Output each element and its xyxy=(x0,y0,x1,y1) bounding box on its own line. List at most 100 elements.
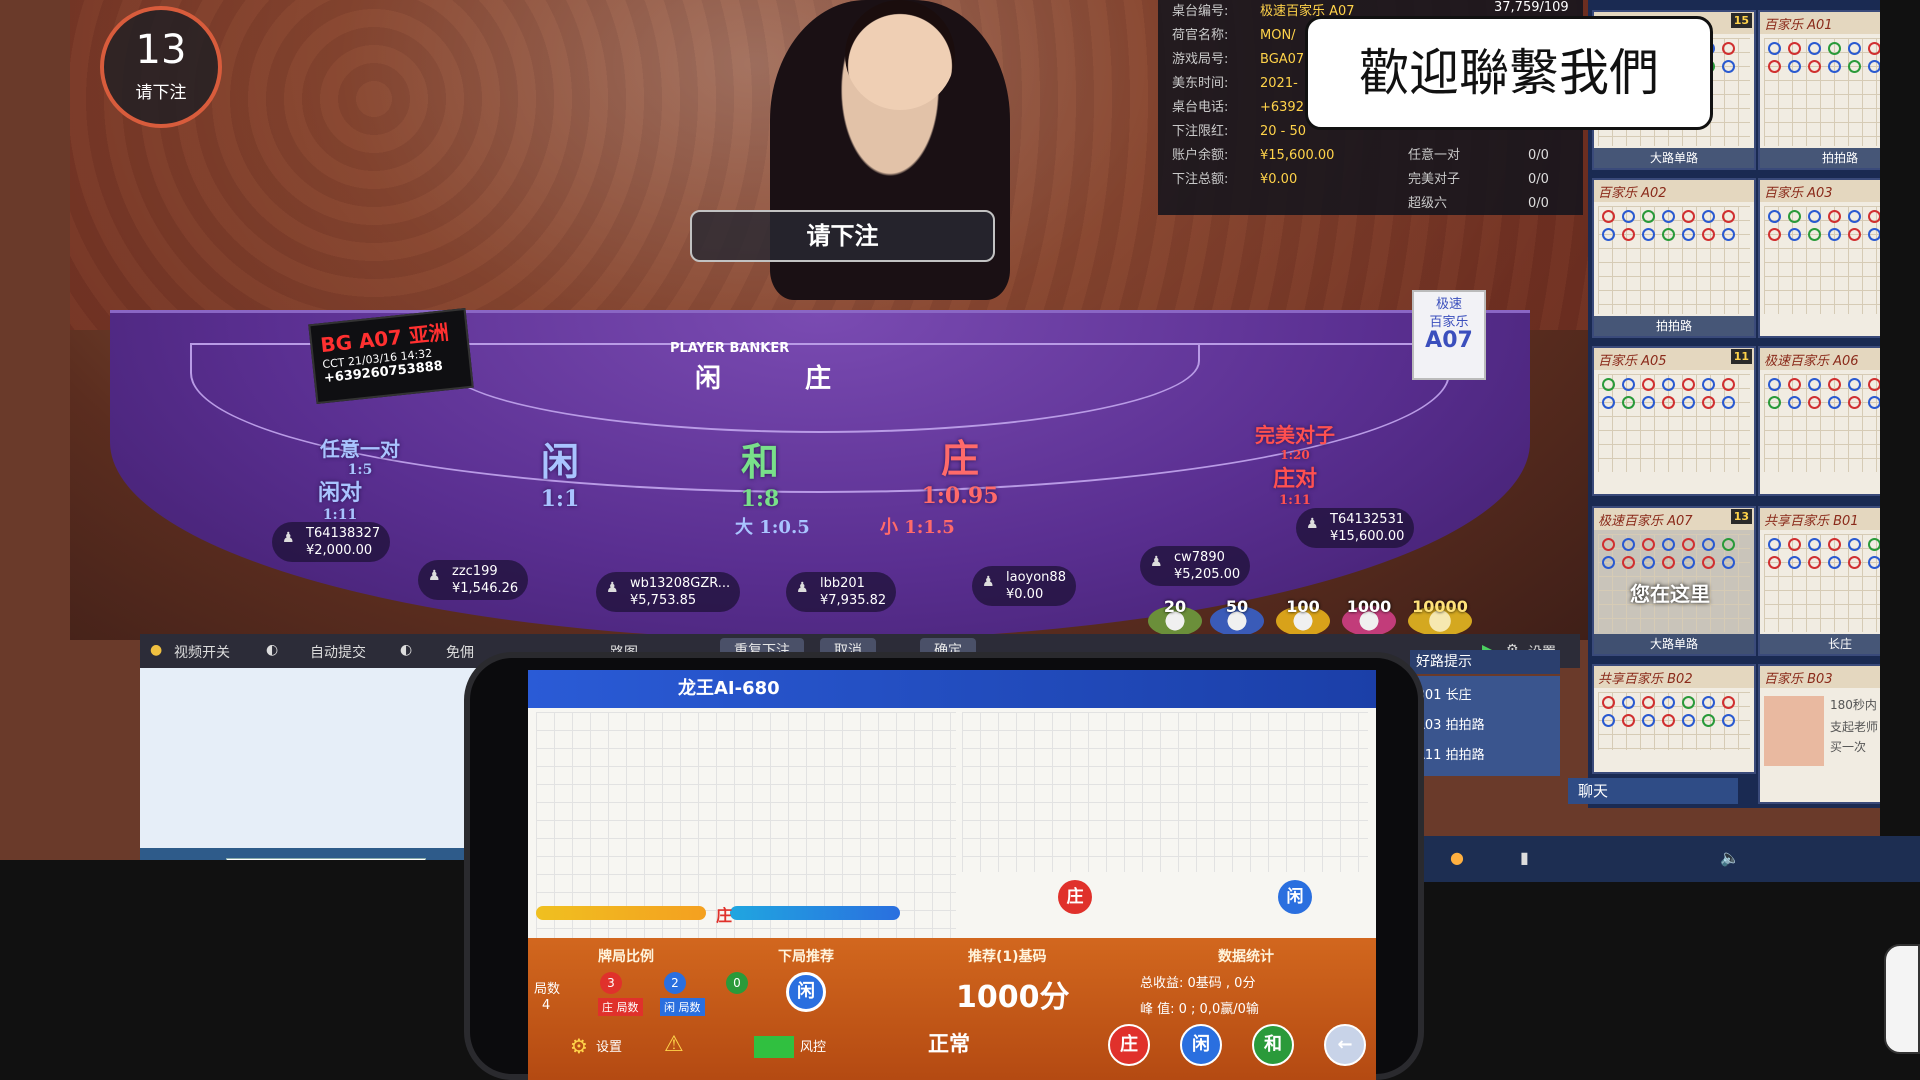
bet-tie[interactable]: 和 1:8 xyxy=(680,431,840,512)
chip-20[interactable]: 20 xyxy=(1148,599,1202,636)
chat-tab[interactable]: 聊天 xyxy=(1568,778,1738,804)
risk-toggle[interactable] xyxy=(754,1036,794,1058)
network-icon[interactable]: ▮ xyxy=(1520,848,1529,867)
road-dot xyxy=(1642,714,1655,727)
bet-big[interactable]: 大 1:0.5 xyxy=(735,513,810,539)
road-dot xyxy=(1642,696,1655,709)
app-title: 龙王AI-680 xyxy=(528,670,1376,708)
section-label: 下局推荐 xyxy=(778,949,834,965)
road-dot xyxy=(1702,696,1715,709)
video-switch-label[interactable]: 视频开关 xyxy=(174,642,230,662)
info-value: ¥15,600.00 xyxy=(1260,148,1335,163)
video-toggle-icon[interactable]: ● xyxy=(150,642,162,658)
road-dot xyxy=(1768,210,1781,223)
info-key: 荷官名称: xyxy=(1172,28,1229,43)
room-badge: 15 xyxy=(1730,13,1752,28)
gear-icon[interactable]: ⚙ xyxy=(570,1034,588,1058)
room-name: 极速百家乐 A07 xyxy=(1598,514,1693,529)
search-input[interactable] xyxy=(226,858,426,860)
room-card[interactable]: 百家乐 A02 拍拍路 xyxy=(1592,178,1756,338)
side-bet-value: 0/0 xyxy=(1528,172,1549,187)
good-road-tip-header: 好路提示 xyxy=(1410,650,1560,674)
chat-message: 180秒内 xyxy=(1830,698,1877,712)
good-road-item[interactable]: A03 拍拍路 xyxy=(1416,714,1485,733)
room-card[interactable]: 共享百家乐 B0111 长庄 xyxy=(1758,506,1880,656)
side-bet-name: 任意一对 xyxy=(1408,148,1461,163)
bet-banker-pair[interactable]: 庄对 1:11 xyxy=(1220,461,1370,508)
seat-name: laoyon88 xyxy=(1006,570,1066,585)
player-seat: ♟ T64132531 ¥15,600.00 xyxy=(1296,508,1415,548)
bet-player[interactable]: 闲 1:1 xyxy=(480,431,640,512)
room-name: 百家乐 A05 xyxy=(1598,354,1667,369)
room-card[interactable]: 极速百家乐 A0614 xyxy=(1758,346,1880,496)
seat-name: cw7890 xyxy=(1174,550,1225,565)
player-seat: ♟ zzc199 ¥1,546.26 xyxy=(418,560,529,600)
road-dot xyxy=(1722,210,1735,223)
road-dot xyxy=(1682,696,1695,709)
chip-100[interactable]: 100 xyxy=(1276,599,1330,636)
road-dot xyxy=(1788,378,1801,391)
room-header: 共享百家乐 B0111 xyxy=(1760,508,1880,530)
room-card[interactable]: 共享百家乐 B02 xyxy=(1592,664,1756,774)
toggle-switch-icon[interactable]: ◐ xyxy=(400,642,412,658)
user-icon: ♟ xyxy=(1306,516,1319,532)
road-dot xyxy=(1788,228,1801,241)
room-card[interactable]: 百家乐 A01 拍拍路 xyxy=(1758,10,1880,170)
road-dot xyxy=(1808,210,1821,223)
action-player-button[interactable]: 闲 xyxy=(1180,1024,1222,1066)
good-road-item[interactable]: A11 拍拍路 xyxy=(1416,744,1485,763)
room-card[interactable]: 百家乐 A05 11 xyxy=(1592,346,1756,496)
bet-banker[interactable]: 庄 1:0.95 xyxy=(870,428,1050,509)
road-dot xyxy=(1868,42,1880,55)
road-circle: 闲 xyxy=(1278,880,1312,914)
bet-player-odds: 1:1 xyxy=(540,486,580,512)
volume-icon[interactable]: 🔈 xyxy=(1720,848,1740,867)
auto-submit-label[interactable]: 自动提交 xyxy=(310,642,366,662)
player-cn: 闲 xyxy=(695,364,722,394)
room-header: 极速百家乐 A07 13 xyxy=(1594,508,1754,530)
road-dot xyxy=(1788,42,1801,55)
room-roadmap xyxy=(1598,206,1750,314)
chat-avatar xyxy=(1764,696,1824,766)
road-dot xyxy=(1722,396,1735,409)
road-dot xyxy=(1828,556,1841,569)
road-dot xyxy=(1722,538,1735,551)
road-dot xyxy=(1788,396,1801,409)
room-card[interactable]: 百家乐 B03 180秒内 支起老师 买一次 xyxy=(1758,664,1880,804)
action-back-button[interactable]: ← xyxy=(1324,1024,1366,1066)
road-dot xyxy=(1808,60,1821,73)
warning-icon[interactable]: ⚠ xyxy=(664,1032,684,1057)
road-dot xyxy=(1828,538,1841,551)
road-dot xyxy=(1848,378,1861,391)
info-value: 20 - 50 xyxy=(1260,124,1307,139)
room-header: 百家乐 A01 xyxy=(1760,12,1880,34)
player-seat: ♟ T64138327 ¥2,000.00 xyxy=(272,522,391,562)
free-commission-label[interactable]: 免佣 xyxy=(446,642,474,662)
action-banker-button[interactable]: 庄 xyxy=(1108,1024,1150,1066)
chip-10000[interactable]: 10000 xyxy=(1408,599,1472,636)
road-dot xyxy=(1868,210,1880,223)
chip-50[interactable]: 50 xyxy=(1210,599,1264,636)
room-card-current[interactable]: 极速百家乐 A07 13 您在这里 大路单路 xyxy=(1592,506,1756,656)
room-card[interactable]: 百家乐 A031 xyxy=(1758,178,1880,338)
chip-1000[interactable]: 1000 xyxy=(1342,599,1396,636)
bet-small[interactable]: 小 1:1.5 xyxy=(880,513,955,539)
bet-player-pair[interactable]: 闲对 1:11 xyxy=(260,475,420,523)
road-dot xyxy=(1828,210,1841,223)
info-key: 账户余额: xyxy=(1172,148,1229,163)
road-dot xyxy=(1622,714,1635,727)
info-value: BGA07 xyxy=(1260,52,1305,67)
action-tie-button[interactable]: 和 xyxy=(1252,1024,1294,1066)
bet-any-pair[interactable]: 任意一对 1:5 xyxy=(280,433,440,478)
bet-perfect-pair[interactable]: 完美对子 1:20 xyxy=(1210,419,1380,462)
road-banker-label: 庄 xyxy=(716,906,733,925)
good-road-type: 拍拍路 xyxy=(1445,748,1485,763)
chip-value: 20 xyxy=(1163,597,1187,616)
road-dot xyxy=(1622,396,1635,409)
bet-player-pair-name: 闲对 xyxy=(317,480,362,506)
settings-label[interactable]: 设置 xyxy=(596,1036,622,1055)
toggle-switch-icon[interactable]: ◐ xyxy=(266,642,278,658)
browser-icon[interactable]: ● xyxy=(1450,848,1464,867)
countdown-timer: 13 请下注 xyxy=(100,6,222,128)
good-road-item[interactable]: B01 长庄 xyxy=(1416,684,1472,703)
